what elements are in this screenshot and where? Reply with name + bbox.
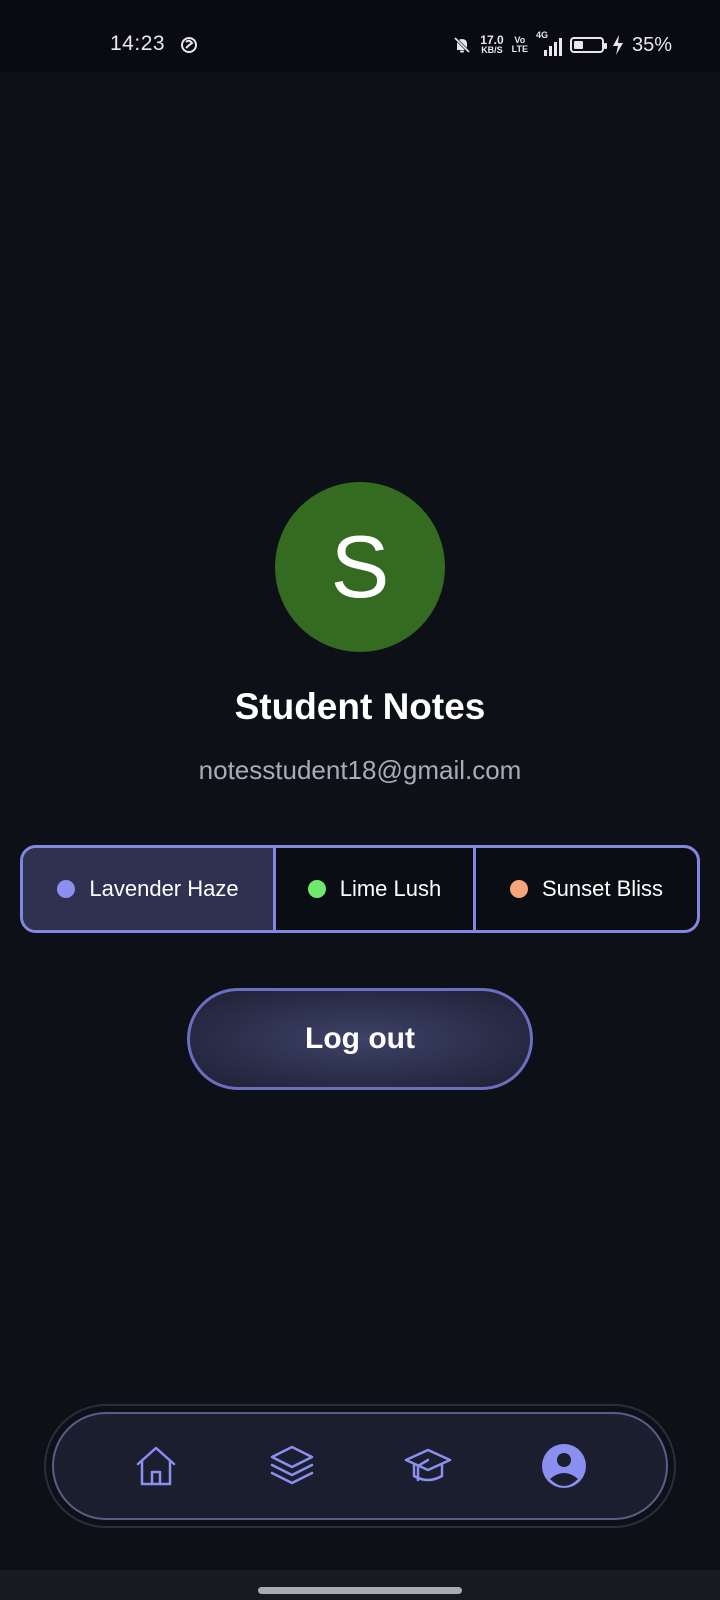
gesture-area (0, 1570, 720, 1600)
battery-percent: 35% (631, 33, 672, 56)
graduation-cap-icon (404, 1448, 452, 1482)
theme-option-sunset-bliss[interactable]: Sunset Bliss (473, 848, 697, 930)
battery-fill (573, 41, 583, 49)
net-speed-unit: KB/S (481, 45, 503, 55)
theme-dot-lime (307, 880, 326, 898)
network-type: 4G (535, 30, 548, 40)
avatar: S (275, 482, 445, 652)
theme-label: Lime Lush (339, 876, 442, 901)
profile-screen: 14:23 17.0 KB/S Vo LTE 4G 35% S Student … (0, 0, 720, 1600)
status-bar: 14:23 17.0 KB/S Vo LTE 4G 35% (0, 0, 720, 72)
profile-name: Student Notes (234, 686, 486, 727)
battery-icon (569, 37, 607, 53)
theme-label: Lavender Haze (89, 876, 239, 901)
user-circle-icon (542, 1444, 586, 1488)
volte-bottom: LTE (511, 44, 528, 54)
net-speed: 17.0 KB/S (480, 33, 504, 55)
theme-option-lime-lush[interactable]: Lime Lush (273, 848, 473, 930)
home-icon (136, 1446, 176, 1486)
theme-label: Sunset Bliss (541, 876, 664, 901)
profile-email: notesstudent18@gmail.com (198, 755, 522, 785)
nav-home[interactable] (126, 1436, 186, 1496)
nav-stack[interactable] (262, 1436, 322, 1496)
logout-button[interactable]: Log out (187, 988, 533, 1090)
theme-option-lavender-haze[interactable]: Lavender Haze (23, 848, 273, 930)
theme-dot-sunset (509, 880, 528, 898)
bottom-nav-container (44, 1404, 676, 1528)
theme-dot-lavender (57, 880, 76, 898)
volte-indicator: Vo LTE (512, 36, 528, 54)
nav-profile[interactable] (534, 1436, 594, 1496)
bottom-nav (52, 1412, 668, 1520)
sync-app-icon (181, 37, 197, 53)
nav-courses[interactable] (398, 1436, 458, 1496)
bell-muted-icon (454, 36, 471, 54)
signal-icon: 4G (536, 30, 562, 56)
status-indicators: 17.0 KB/S Vo LTE 4G 35% (452, 30, 672, 60)
net-speed-value: 17.0 (480, 33, 504, 47)
status-time: 14:23 (110, 32, 166, 55)
theme-selector: Lavender Haze Lime Lush Sunset Bliss (20, 845, 700, 933)
avatar-letter: S (330, 517, 390, 616)
gesture-handle[interactable] (258, 1587, 462, 1594)
charging-bolt-icon (612, 35, 623, 55)
layers-icon (270, 1445, 314, 1485)
